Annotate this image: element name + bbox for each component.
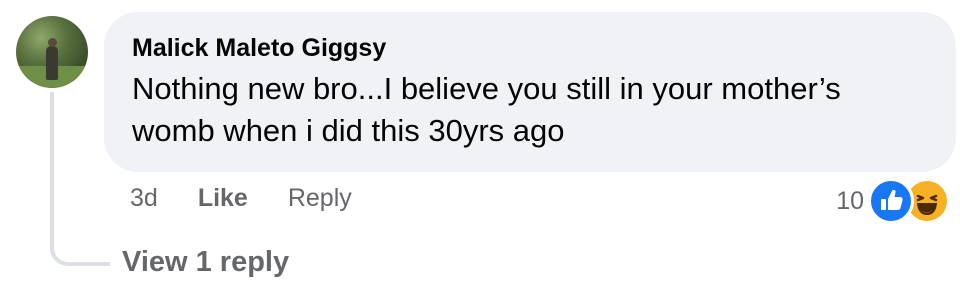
like-icon xyxy=(868,178,914,224)
comment-text-line-1: Nothing new bro...I believe you still in… xyxy=(132,71,841,106)
thread-connector-line xyxy=(50,92,110,266)
avatar[interactable] xyxy=(16,16,88,88)
comment-text: Nothing new bro...I believe you still in… xyxy=(132,68,928,152)
comment-actions: 3d Like Reply xyxy=(130,184,352,213)
avatar-head xyxy=(48,38,57,47)
reactions-summary[interactable]: 10 xyxy=(836,178,950,224)
reaction-count: 10 xyxy=(836,186,864,215)
like-button[interactable]: Like xyxy=(198,184,248,213)
comment-text-line-2: womb when i did this 30yrs ago xyxy=(132,113,565,148)
comment-author[interactable]: Malick Maleto Giggsy xyxy=(132,32,928,64)
avatar-figure xyxy=(46,46,58,80)
reply-button[interactable]: Reply xyxy=(288,184,352,213)
comment-timestamp[interactable]: 3d xyxy=(130,184,158,213)
view-replies-link[interactable]: View 1 reply xyxy=(122,246,289,279)
comment-bubble: Malick Maleto Giggsy Nothing new bro...I… xyxy=(104,12,956,172)
